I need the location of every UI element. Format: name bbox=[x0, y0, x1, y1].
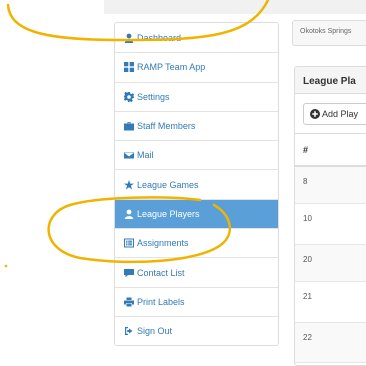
sidebar-item-settings[interactable]: Settings bbox=[115, 81, 278, 111]
comment-icon bbox=[123, 268, 134, 278]
star-icon bbox=[123, 179, 134, 190]
sidebar-item-label: Assignments bbox=[137, 238, 189, 249]
plus-circle-icon bbox=[310, 109, 320, 119]
print-icon bbox=[123, 297, 134, 307]
sidebar-item-mail[interactable]: Mail bbox=[115, 140, 278, 170]
sidebar-item-label: League Players bbox=[137, 208, 200, 219]
sidebar-item-sign-out[interactable]: Sign Out bbox=[115, 315, 278, 346]
sidebar-item-dashboard[interactable]: Dashboard bbox=[115, 23, 278, 53]
sidebar-item-league-players[interactable]: League Players bbox=[115, 198, 278, 229]
sidebar-item-league-games[interactable]: League Games bbox=[115, 169, 278, 199]
table-row[interactable]: 22 bbox=[295, 323, 366, 363]
sign-out-icon bbox=[123, 326, 134, 336]
sidebar-menu: Dashboard RAMP Team App Settings Staff M… bbox=[114, 22, 279, 347]
sidebar-item-print-labels[interactable]: Print Labels bbox=[115, 286, 278, 316]
envelope-icon bbox=[123, 150, 134, 160]
breadcrumb: Okotoks Springs bbox=[292, 20, 366, 46]
breadcrumb-text: Okotoks Springs bbox=[300, 28, 352, 35]
sidebar-item-label: RAMP Team App bbox=[137, 62, 206, 73]
sidebar-item-label: League Games bbox=[137, 179, 199, 190]
table-row[interactable]: 10 bbox=[295, 204, 366, 245]
user-icon bbox=[123, 209, 134, 219]
sidebar-item-label: Staff Members bbox=[137, 121, 196, 132]
add-player-button[interactable]: Add Play bbox=[303, 103, 366, 125]
league-players-panel: League Pla Add Play # 8 10 20 21 22 bbox=[294, 66, 366, 366]
table-row[interactable]: 20 bbox=[295, 245, 366, 282]
highlight-dot bbox=[4, 264, 8, 268]
top-header-band bbox=[104, 0, 366, 14]
table-header-number: # bbox=[295, 133, 366, 167]
sidebar-item-assignments[interactable]: Assignments bbox=[115, 228, 278, 258]
sidebar-item-ramp-team-app[interactable]: RAMP Team App bbox=[115, 52, 278, 82]
user-icon bbox=[123, 33, 134, 43]
briefcase-icon bbox=[123, 121, 134, 131]
sidebar-item-label: Sign Out bbox=[137, 326, 173, 337]
sidebar-item-staff-members[interactable]: Staff Members bbox=[115, 110, 278, 141]
table-row[interactable]: 21 bbox=[295, 282, 366, 323]
table-row[interactable]: 8 bbox=[295, 167, 366, 204]
players-table: # 8 10 20 21 22 bbox=[295, 133, 366, 363]
sidebar-item-label: Mail bbox=[137, 150, 154, 161]
add-player-label: Add Play bbox=[322, 109, 359, 119]
table-body: 8 10 20 21 22 bbox=[295, 167, 366, 363]
sidebar-item-label: Dashboard bbox=[137, 32, 182, 43]
sidebar-item-label: Print Labels bbox=[137, 296, 185, 307]
gear-icon bbox=[123, 91, 134, 102]
sidebar-item-contact-list[interactable]: Contact List bbox=[115, 257, 278, 287]
grid-icon bbox=[123, 62, 134, 73]
panel-title: League Pla bbox=[295, 67, 366, 94]
list-icon bbox=[123, 238, 134, 248]
sidebar-item-label: Settings bbox=[137, 91, 170, 102]
sidebar-item-label: Contact List bbox=[137, 267, 185, 278]
